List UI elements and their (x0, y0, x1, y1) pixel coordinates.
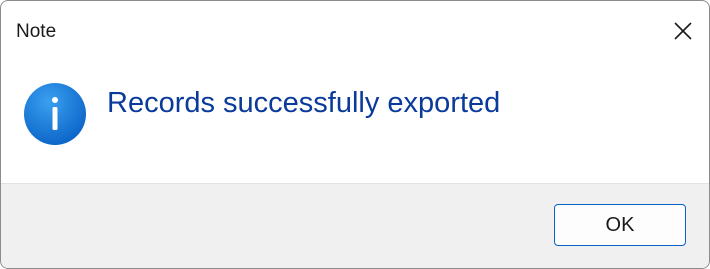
dialog-title: Note (16, 21, 57, 42)
info-icon (23, 82, 87, 146)
dialog-footer: OK (1, 183, 709, 268)
dialog-message: Records successfully exported (107, 87, 501, 119)
message-dialog: Note Records successfully exported OK (0, 0, 710, 269)
ok-button[interactable]: OK (554, 204, 686, 246)
close-button[interactable] (657, 1, 709, 61)
dialog-content: Records successfully exported (1, 61, 709, 183)
title-bar: Note (1, 1, 709, 61)
close-icon (673, 21, 693, 41)
